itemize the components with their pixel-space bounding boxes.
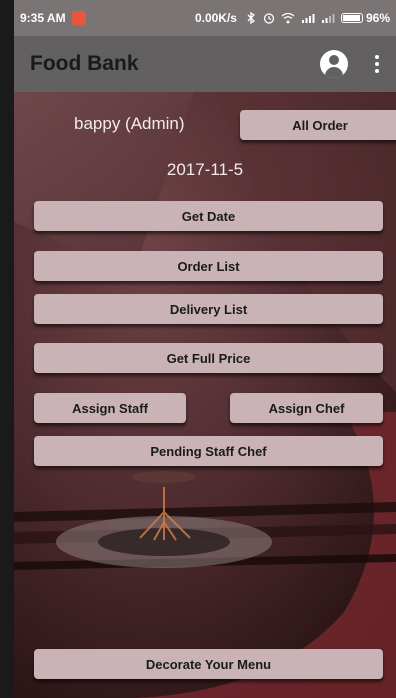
status-bar: 9:35 AM 0.00K/s 96% xyxy=(14,0,396,36)
app-notification-icon xyxy=(71,11,86,25)
get-date-button[interactable]: Get Date xyxy=(34,201,383,231)
bluetooth-icon xyxy=(247,12,255,24)
account-icon[interactable] xyxy=(320,50,348,78)
battery: 96% xyxy=(340,11,390,25)
assign-chef-button[interactable]: Assign Chef xyxy=(230,393,383,423)
decorate-menu-button[interactable]: Decorate Your Menu xyxy=(34,649,383,679)
signal-icon xyxy=(301,14,315,23)
assign-staff-button[interactable]: Assign Staff xyxy=(34,393,186,423)
network-speed: 0.00K/s xyxy=(194,11,237,25)
wifi-icon xyxy=(281,12,295,24)
phone-screen: 9:35 AM 0.00K/s 96% Food Bank bappy (Adm… xyxy=(14,0,396,698)
status-time: 9:35 AM xyxy=(20,11,66,25)
app-bar: Food Bank xyxy=(14,36,396,92)
admin-user-label: bappy (Admin) xyxy=(74,114,185,133)
overflow-menu-icon[interactable] xyxy=(374,55,380,73)
app-title: Food Bank xyxy=(30,52,139,75)
battery-icon xyxy=(340,13,363,23)
status-icons: 96% xyxy=(245,11,390,25)
get-full-price-button[interactable]: Get Full Price xyxy=(34,343,383,373)
battery-percent: 96% xyxy=(365,11,390,25)
date-label: 2017-11-5 xyxy=(166,160,244,179)
alarm-icon xyxy=(263,13,275,24)
delivery-list-button[interactable]: Delivery List xyxy=(34,294,383,324)
order-list-button[interactable]: Order List xyxy=(34,251,383,281)
pending-staff-chef-button[interactable]: Pending Staff Chef xyxy=(34,436,383,466)
all-order-button[interactable]: All Order xyxy=(240,110,396,140)
signal-icon-2 xyxy=(321,14,335,23)
